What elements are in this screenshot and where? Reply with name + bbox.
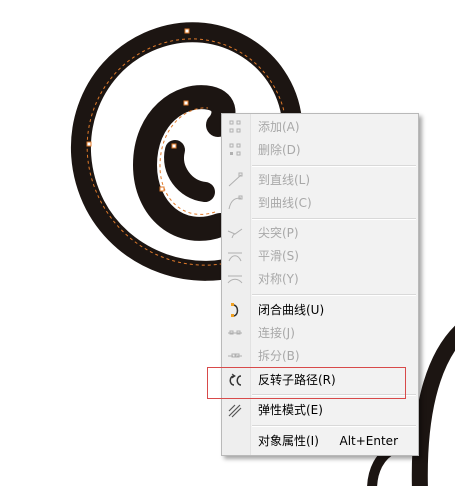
menu-item-label: 尖突(P) <box>258 226 299 240</box>
smooth-node-icon <box>228 252 242 262</box>
break-node-icon <box>228 353 242 358</box>
menu-item-label: 到直线(L) <box>258 173 311 187</box>
cusp-node-icon <box>227 228 243 239</box>
to-line-icon <box>228 172 243 187</box>
add-node-icon <box>229 120 241 133</box>
path-node[interactable] <box>159 186 165 192</box>
menu-item-label: 到曲线(C) <box>258 196 312 210</box>
menu-item-label: 闭合曲线(U) <box>258 303 325 317</box>
menu-separator <box>252 218 416 220</box>
menu-item-add: 添加(A) <box>222 116 418 139</box>
menu-item-label: 对象属性(I) <box>258 434 319 448</box>
menu-separator <box>252 165 416 167</box>
menu-item-shortcut: Alt+Enter <box>339 434 398 448</box>
to-curve-icon <box>228 195 243 210</box>
menu-item-delete: 删除(D) <box>222 139 418 162</box>
menu-item-smooth: 平滑(S) <box>222 245 418 268</box>
close-curve-icon <box>231 303 239 317</box>
menu-item-close-curve[interactable]: 闭合曲线(U) <box>222 299 418 322</box>
menu-item-join: 连接(J) <box>222 322 418 345</box>
menu-item-object-properties[interactable]: 对象属性(I) Alt+Enter <box>222 430 418 453</box>
highlight-annotation-box <box>207 367 406 399</box>
delete-node-icon <box>229 143 241 156</box>
menu-item-label: 弹性模式(E) <box>258 403 323 417</box>
context-menu: 添加(A) 删除(D) 到直线(L) 到曲线(C) 尖突(P) 平滑(S) 对称… <box>221 113 419 456</box>
spiral-center[interactable] <box>164 140 215 202</box>
menu-item-label: 对称(Y) <box>258 272 299 286</box>
join-nodes-icon <box>228 330 242 335</box>
menu-item-to-line: 到直线(L) <box>222 169 418 192</box>
menu-item-label: 拆分(B) <box>258 349 300 363</box>
menu-item-to-curve: 到曲线(C) <box>222 192 418 215</box>
menu-item-break: 拆分(B) <box>222 345 418 368</box>
menu-item-cusp: 尖突(P) <box>222 222 418 245</box>
menu-item-label: 删除(D) <box>258 143 301 157</box>
path-node[interactable] <box>171 143 177 149</box>
menu-item-label: 添加(A) <box>258 120 300 134</box>
path-node[interactable] <box>183 100 189 106</box>
elastic-mode-icon <box>228 404 242 418</box>
menu-separator <box>252 294 416 296</box>
menu-item-label: 平滑(S) <box>258 249 299 263</box>
menu-item-label: 连接(J) <box>258 326 295 340</box>
symmetrical-node-icon <box>227 275 243 284</box>
second-spiral-shape[interactable] <box>411 325 455 486</box>
path-node[interactable] <box>184 28 190 34</box>
path-node[interactable] <box>86 141 92 147</box>
menu-separator <box>252 425 416 427</box>
menu-item-symmetrical: 对称(Y) <box>222 268 418 291</box>
menu-item-elastic-mode[interactable]: 弹性模式(E) <box>222 399 418 422</box>
